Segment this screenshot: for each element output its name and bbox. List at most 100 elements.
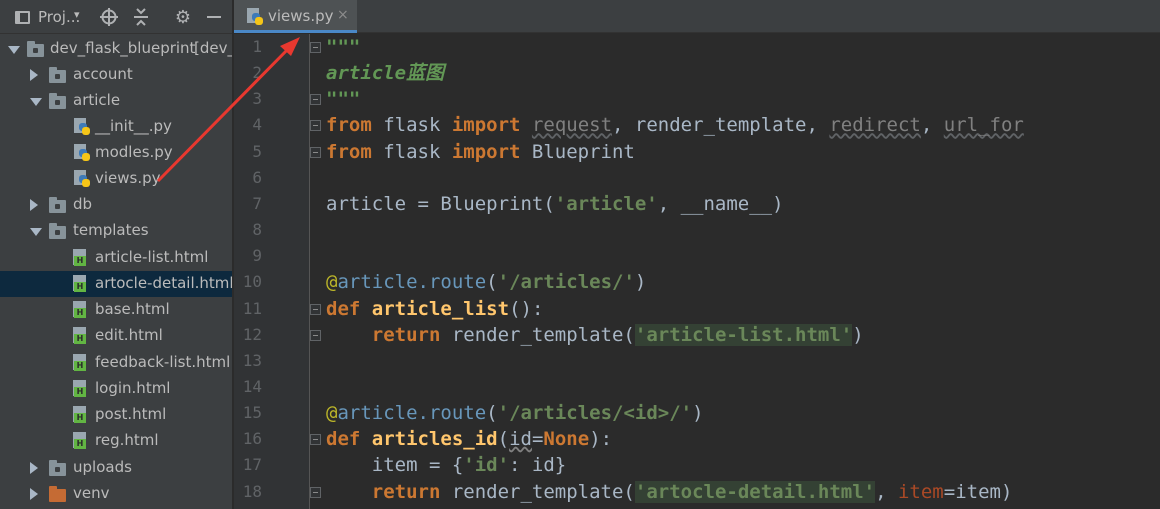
tree-item-artocle-detail-html[interactable]: Hartocle-detail.html — [0, 271, 232, 297]
tree-item-label: __init__.py — [95, 117, 172, 135]
tree-item-views-py[interactable]: views.py — [0, 166, 232, 192]
code-token: article.route — [337, 271, 487, 294]
chevron-down-icon[interactable] — [30, 98, 42, 106]
tree-item-branch-suffix: [dev_ — [194, 39, 233, 57]
code-line: article蓝图 — [326, 60, 444, 86]
locate-target-icon[interactable] — [98, 7, 120, 27]
code-token: : id} — [509, 454, 567, 477]
fold-marker-icon[interactable] — [310, 120, 321, 132]
chevron-right-icon[interactable] — [30, 69, 38, 81]
code-token: render_template( — [440, 323, 635, 346]
code-line: """ — [326, 86, 360, 112]
tree-item-templates[interactable]: templates — [0, 218, 232, 244]
tree-item-label: db — [73, 195, 93, 213]
code-token: import — [451, 140, 521, 163]
fold-marker-icon[interactable] — [310, 146, 321, 158]
html-file-icon: H — [73, 354, 89, 372]
tree-item-label: uploads — [73, 458, 132, 476]
fold-marker-icon[interactable] — [310, 94, 321, 106]
folder-icon — [49, 486, 66, 502]
code-token: return — [371, 323, 441, 346]
code-token: , __name__) — [657, 192, 784, 215]
code-token: ) — [852, 323, 864, 346]
tree-item-account[interactable]: account — [0, 62, 232, 88]
code-token: Blueprint — [520, 140, 635, 163]
code-token: redirect — [829, 114, 921, 137]
tree-item-label: base.html — [95, 300, 170, 318]
gear-icon[interactable]: ⚙ — [172, 7, 194, 28]
html-file-icon: H — [73, 249, 89, 267]
tree-item-label: post.html — [95, 405, 167, 423]
tree-item-base-html[interactable]: Hbase.html — [0, 297, 232, 323]
folder-icon — [27, 41, 44, 57]
tab-views-py[interactable]: views.py × — [234, 0, 357, 33]
line-number: 16 — [242, 429, 262, 449]
tree-item-article-list-html[interactable]: Harticle-list.html — [0, 245, 232, 271]
tree-item-venv[interactable]: venv — [0, 481, 232, 507]
tree-item-feedback-list-html[interactable]: Hfeedback-list.html — [0, 350, 232, 376]
tree-item-db[interactable]: db — [0, 192, 232, 218]
tree-item-label: login.html — [95, 379, 171, 397]
editor-tab-bar: views.py × — [234, 0, 1160, 33]
code-token: 'artocle-detail.html' — [634, 480, 876, 503]
fold-marker-icon[interactable] — [310, 434, 321, 446]
tree-item-label: dev_flask_blueprint — [50, 39, 196, 57]
html-file-icon: H — [73, 380, 89, 398]
tree-item-modles-py[interactable]: modles.py — [0, 140, 232, 166]
tree-item-label: modles.py — [95, 143, 173, 161]
code-line: return render_template('artocle-detail.h… — [326, 479, 1012, 505]
chevron-down-icon[interactable] — [30, 228, 42, 236]
code-line: from flask import Blueprint — [326, 139, 635, 165]
tree-item--init-py[interactable]: __init__.py — [0, 114, 232, 140]
code-token: None — [543, 428, 590, 451]
code-token: 'id' — [463, 454, 510, 477]
fold-marker-icon[interactable] — [310, 42, 321, 53]
tree-item-login-html[interactable]: Hlogin.html — [0, 376, 232, 402]
hide-panel-icon[interactable] — [203, 7, 225, 27]
fold-marker-icon[interactable] — [310, 486, 321, 498]
chevron-down-icon[interactable] — [8, 46, 20, 54]
tree-item-uploads[interactable]: uploads — [0, 455, 232, 481]
tree-item-edit-html[interactable]: Hedit.html — [0, 323, 232, 349]
chevron-right-icon[interactable] — [30, 462, 38, 474]
tree-item-label: feedback-list.html — [95, 353, 231, 371]
tree-item-article[interactable]: article — [0, 88, 232, 114]
code-token: article蓝图 — [326, 62, 445, 85]
code-token: = — [531, 428, 544, 451]
folder-icon — [49, 93, 66, 109]
code-token: ) — [634, 271, 647, 294]
folder-icon — [49, 197, 66, 213]
code-token: =item) — [943, 480, 1013, 503]
code-token: id — [509, 428, 532, 451]
chevron-right-icon[interactable] — [30, 488, 38, 500]
line-number: 17 — [242, 455, 262, 475]
line-number: 3 — [252, 89, 262, 109]
code-token: , — [875, 480, 898, 503]
close-icon[interactable]: × — [337, 7, 349, 23]
code-line: article = Blueprint('article', __name__) — [326, 191, 784, 217]
collapse-all-icon[interactable] — [130, 7, 152, 27]
tree-item-post-html[interactable]: Hpost.html — [0, 402, 232, 428]
fold-marker-icon[interactable] — [310, 303, 321, 315]
code-token: '/articles/<id>/' — [497, 402, 693, 425]
code-token: def — [326, 297, 361, 320]
html-file-icon: H — [73, 432, 89, 450]
project-view-icon[interactable] — [12, 7, 32, 27]
html-file-icon: H — [73, 406, 89, 424]
tree-item-dev-flask-blueprint[interactable]: dev_flask_blueprint [dev_ — [0, 36, 233, 62]
code-token: @ — [326, 402, 338, 425]
tree-item-reg-html[interactable]: Hreg.html — [0, 428, 232, 454]
code-token: item — [897, 480, 944, 503]
tree-item-label: views.py — [95, 169, 161, 187]
fold-marker-icon[interactable] — [310, 329, 321, 341]
code-token: (): — [509, 297, 544, 320]
chevron-down-icon[interactable]: ▾ — [74, 8, 80, 21]
code-token: def — [326, 428, 361, 451]
chevron-right-icon[interactable] — [30, 199, 38, 211]
line-number: 13 — [242, 350, 262, 370]
line-number: 12 — [242, 324, 262, 344]
code-editor[interactable]: """ article蓝图 """ from flask import request… — [326, 34, 1160, 509]
code-token: , — [920, 114, 944, 137]
